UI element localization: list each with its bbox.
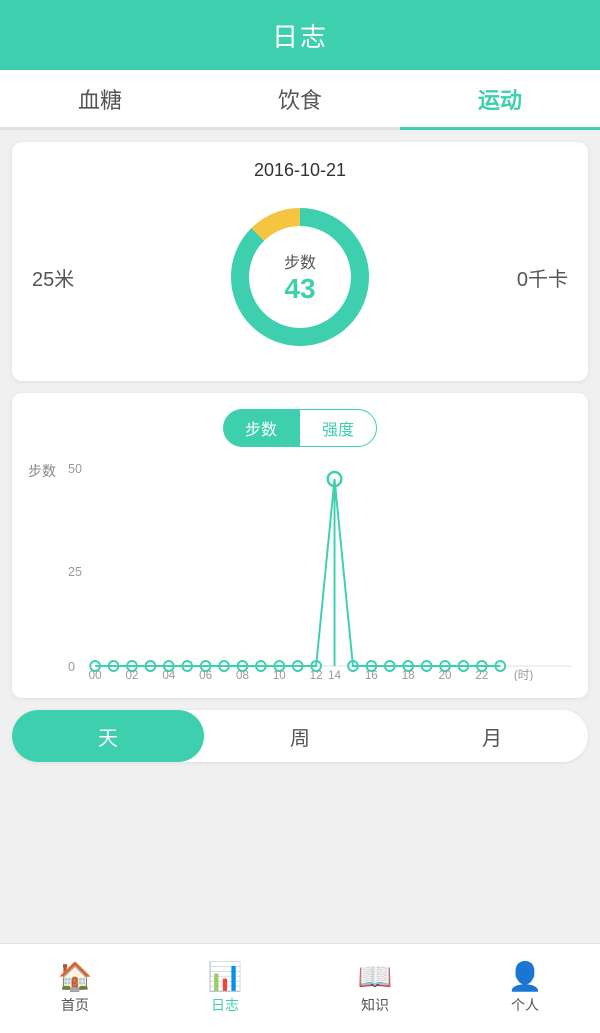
nav-home-label: 首页 (61, 995, 89, 1015)
toggle-steps[interactable]: 步数 (223, 409, 299, 447)
summary-date: 2016-10-21 (32, 160, 568, 181)
svg-text:00: 00 (89, 668, 102, 681)
donut-center: 步数 43 (284, 249, 316, 305)
nav-home[interactable]: 🏠 首页 (0, 944, 150, 1033)
tab-exercise[interactable]: 运动 (400, 70, 600, 127)
svg-text:04: 04 (162, 668, 175, 681)
svg-text:20: 20 (439, 668, 452, 681)
nav-knowledge-label: 知识 (361, 995, 389, 1015)
tab-blood-sugar[interactable]: 血糖 (0, 70, 200, 127)
log-icon: 📊 (208, 963, 243, 991)
period-day[interactable]: 天 (12, 710, 204, 762)
home-icon: 🏠 (58, 963, 93, 991)
svg-text:10: 10 (273, 668, 286, 681)
svg-text:0: 0 (68, 659, 75, 674)
period-month[interactable]: 月 (396, 710, 588, 762)
summary-calories: 0千卡 (468, 263, 568, 292)
toggle-intensity[interactable]: 强度 (299, 409, 377, 447)
svg-text:16: 16 (365, 668, 378, 681)
svg-text:12: 12 (310, 668, 323, 681)
chart-y-label: 步数 (28, 461, 56, 481)
donut-label: 步数 (284, 249, 316, 273)
svg-text:14: 14 (328, 668, 341, 681)
bottom-nav: 🏠 首页 📊 日志 📖 知识 👤 个人 (0, 943, 600, 1033)
chart-section: 步数 强度 步数 50 25 0 (12, 393, 588, 698)
svg-text:06: 06 (199, 668, 212, 681)
profile-icon: 👤 (508, 963, 543, 991)
nav-profile[interactable]: 👤 个人 (450, 944, 600, 1033)
chart-area: 步数 50 25 0 (28, 461, 572, 686)
header: 日志 (0, 0, 600, 70)
tabs: 血糖 饮食 运动 (0, 70, 600, 130)
svg-text:50: 50 (68, 461, 82, 476)
period-selector: 天 周 月 (12, 710, 588, 762)
svg-text:(时): (时) (514, 668, 533, 681)
nav-profile-label: 个人 (511, 995, 539, 1015)
summary-card: 2016-10-21 25米 步数 43 0千卡 (12, 142, 588, 381)
summary-distance: 25米 (32, 263, 132, 292)
chart-toggle: 步数 强度 (28, 409, 572, 447)
chart-svg: 50 25 0 (68, 461, 572, 681)
svg-text:02: 02 (126, 668, 139, 681)
nav-log[interactable]: 📊 日志 (150, 944, 300, 1033)
tab-diet[interactable]: 饮食 (200, 70, 400, 127)
nav-knowledge[interactable]: 📖 知识 (300, 944, 450, 1033)
svg-text:25: 25 (68, 564, 82, 579)
period-week[interactable]: 周 (204, 710, 396, 762)
nav-log-label: 日志 (211, 995, 239, 1015)
knowledge-icon: 📖 (358, 963, 393, 991)
svg-text:18: 18 (402, 668, 415, 681)
svg-text:08: 08 (236, 668, 249, 681)
donut-value: 43 (284, 273, 316, 305)
donut-chart: 步数 43 (220, 197, 380, 357)
svg-text:22: 22 (475, 668, 488, 681)
header-title: 日志 (272, 17, 328, 54)
summary-body: 25米 步数 43 0千卡 (32, 197, 568, 357)
